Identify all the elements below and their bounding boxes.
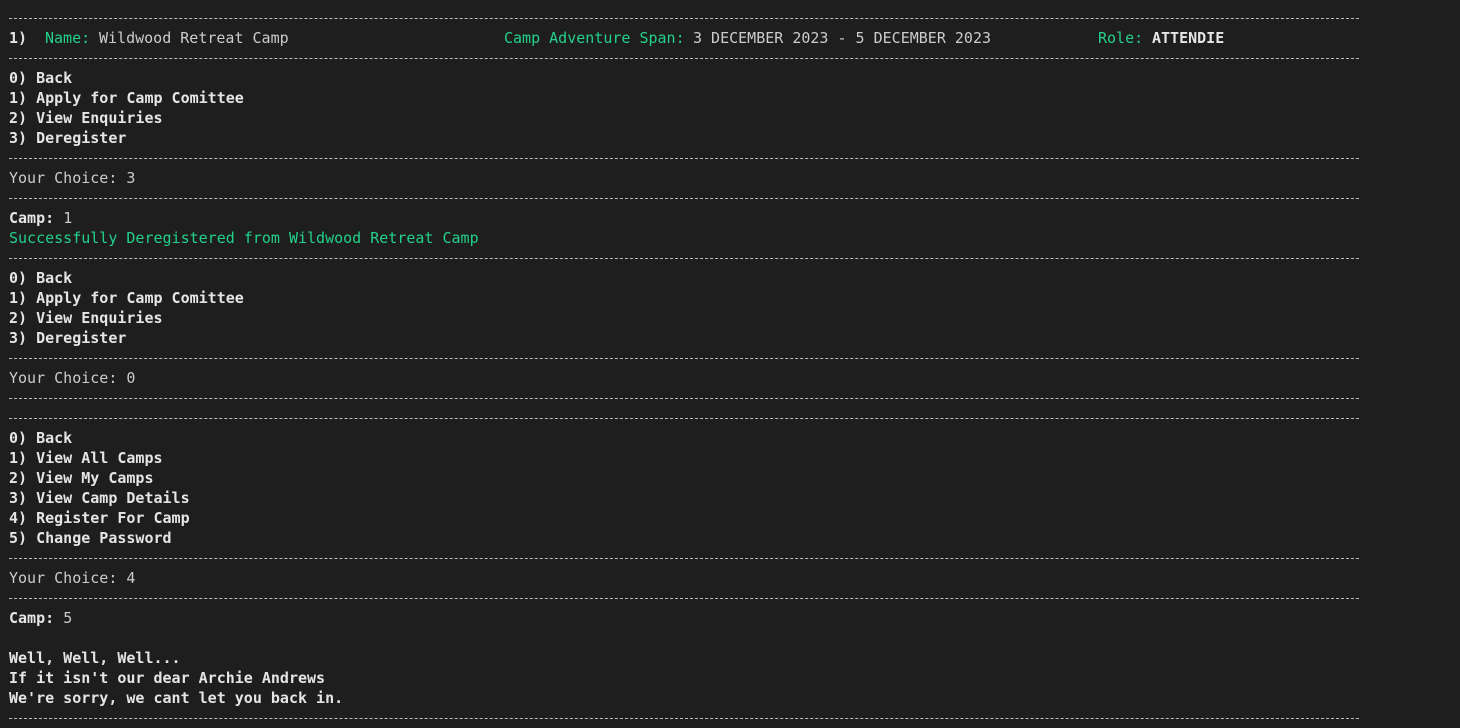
camp-prompt-line: Camp: 5 — [9, 608, 1359, 628]
camp-prompt-line: Camp: 1 — [9, 208, 1359, 228]
role-label: Role: — [1098, 29, 1144, 47]
camp-prompt-label: Camp: — [9, 209, 55, 227]
menu-item-view-camp-details: 3) View Camp Details — [9, 489, 190, 507]
camp-index: 1) — [9, 29, 28, 47]
choice-value: 0 — [126, 369, 136, 387]
menu-item-back: 0) Back — [9, 269, 73, 287]
menu-item-back: 0) Back — [9, 69, 73, 87]
role-value: ATTENDIE — [1152, 29, 1225, 47]
menu-item-apply-committee: 1) Apply for Camp Comittee — [9, 89, 244, 107]
menu-item-apply-committee: 1) Apply for Camp Comittee — [9, 289, 244, 307]
camp-header-row: 1) Name: Wildwood Retreat Camp Camp Adve… — [9, 28, 1359, 48]
name-label: Name: — [45, 29, 91, 47]
separator — [9, 548, 1359, 568]
menu-item-back: 0) Back — [9, 429, 73, 447]
separator — [9, 248, 1359, 268]
terminal-output: 1) Name: Wildwood Retreat Camp Camp Adve… — [9, 8, 1359, 728]
separator — [9, 588, 1359, 608]
separator — [9, 708, 1359, 728]
menu-item-view-my-camps: 2) View My Camps — [9, 469, 154, 487]
menu-item-view-enquiries: 2) View Enquiries — [9, 109, 163, 127]
menu-item-deregister: 3) Deregister — [9, 329, 127, 347]
choice-label: Your Choice: — [9, 169, 118, 187]
menu-item-view-enquiries: 2) View Enquiries — [9, 309, 163, 327]
camp-prompt-label: Camp: — [9, 609, 55, 627]
separator — [9, 148, 1359, 168]
separator — [9, 388, 1359, 408]
separator — [9, 408, 1359, 428]
menu-item-deregister: 3) Deregister — [9, 129, 127, 147]
choice-line: Your Choice: 0 — [9, 368, 1359, 388]
menu-item-register-for-camp: 4) Register For Camp — [9, 509, 190, 527]
menu-item-view-all-camps: 1) View All Camps — [9, 449, 163, 467]
span-label: Camp Adventure Span: — [504, 29, 685, 47]
choice-line: Your Choice: 4 — [9, 568, 1359, 588]
choice-value: 3 — [126, 169, 136, 187]
choice-label: Your Choice: — [9, 569, 118, 587]
separator — [9, 188, 1359, 208]
rejection-line: We're sorry, we cant let you back in. — [9, 689, 344, 707]
success-message: Successfully Deregistered from Wildwood … — [9, 229, 479, 247]
separator — [9, 348, 1359, 368]
camp-span: 3 DECEMBER 2023 - 5 DECEMBER 2023 — [693, 29, 992, 47]
rejection-line: Well, Well, Well... — [9, 649, 181, 667]
choice-label: Your Choice: — [9, 369, 118, 387]
rejection-line: If it isn't our dear Archie Andrews — [9, 669, 326, 687]
camp-prompt-value: 5 — [63, 609, 73, 627]
choice-value: 4 — [126, 569, 136, 587]
separator — [9, 48, 1359, 68]
choice-line: Your Choice: 3 — [9, 168, 1359, 188]
camp-prompt-value: 1 — [63, 209, 73, 227]
separator — [9, 8, 1359, 28]
menu-item-change-password: 5) Change Password — [9, 529, 172, 547]
camp-name: Wildwood Retreat Camp — [99, 29, 289, 47]
